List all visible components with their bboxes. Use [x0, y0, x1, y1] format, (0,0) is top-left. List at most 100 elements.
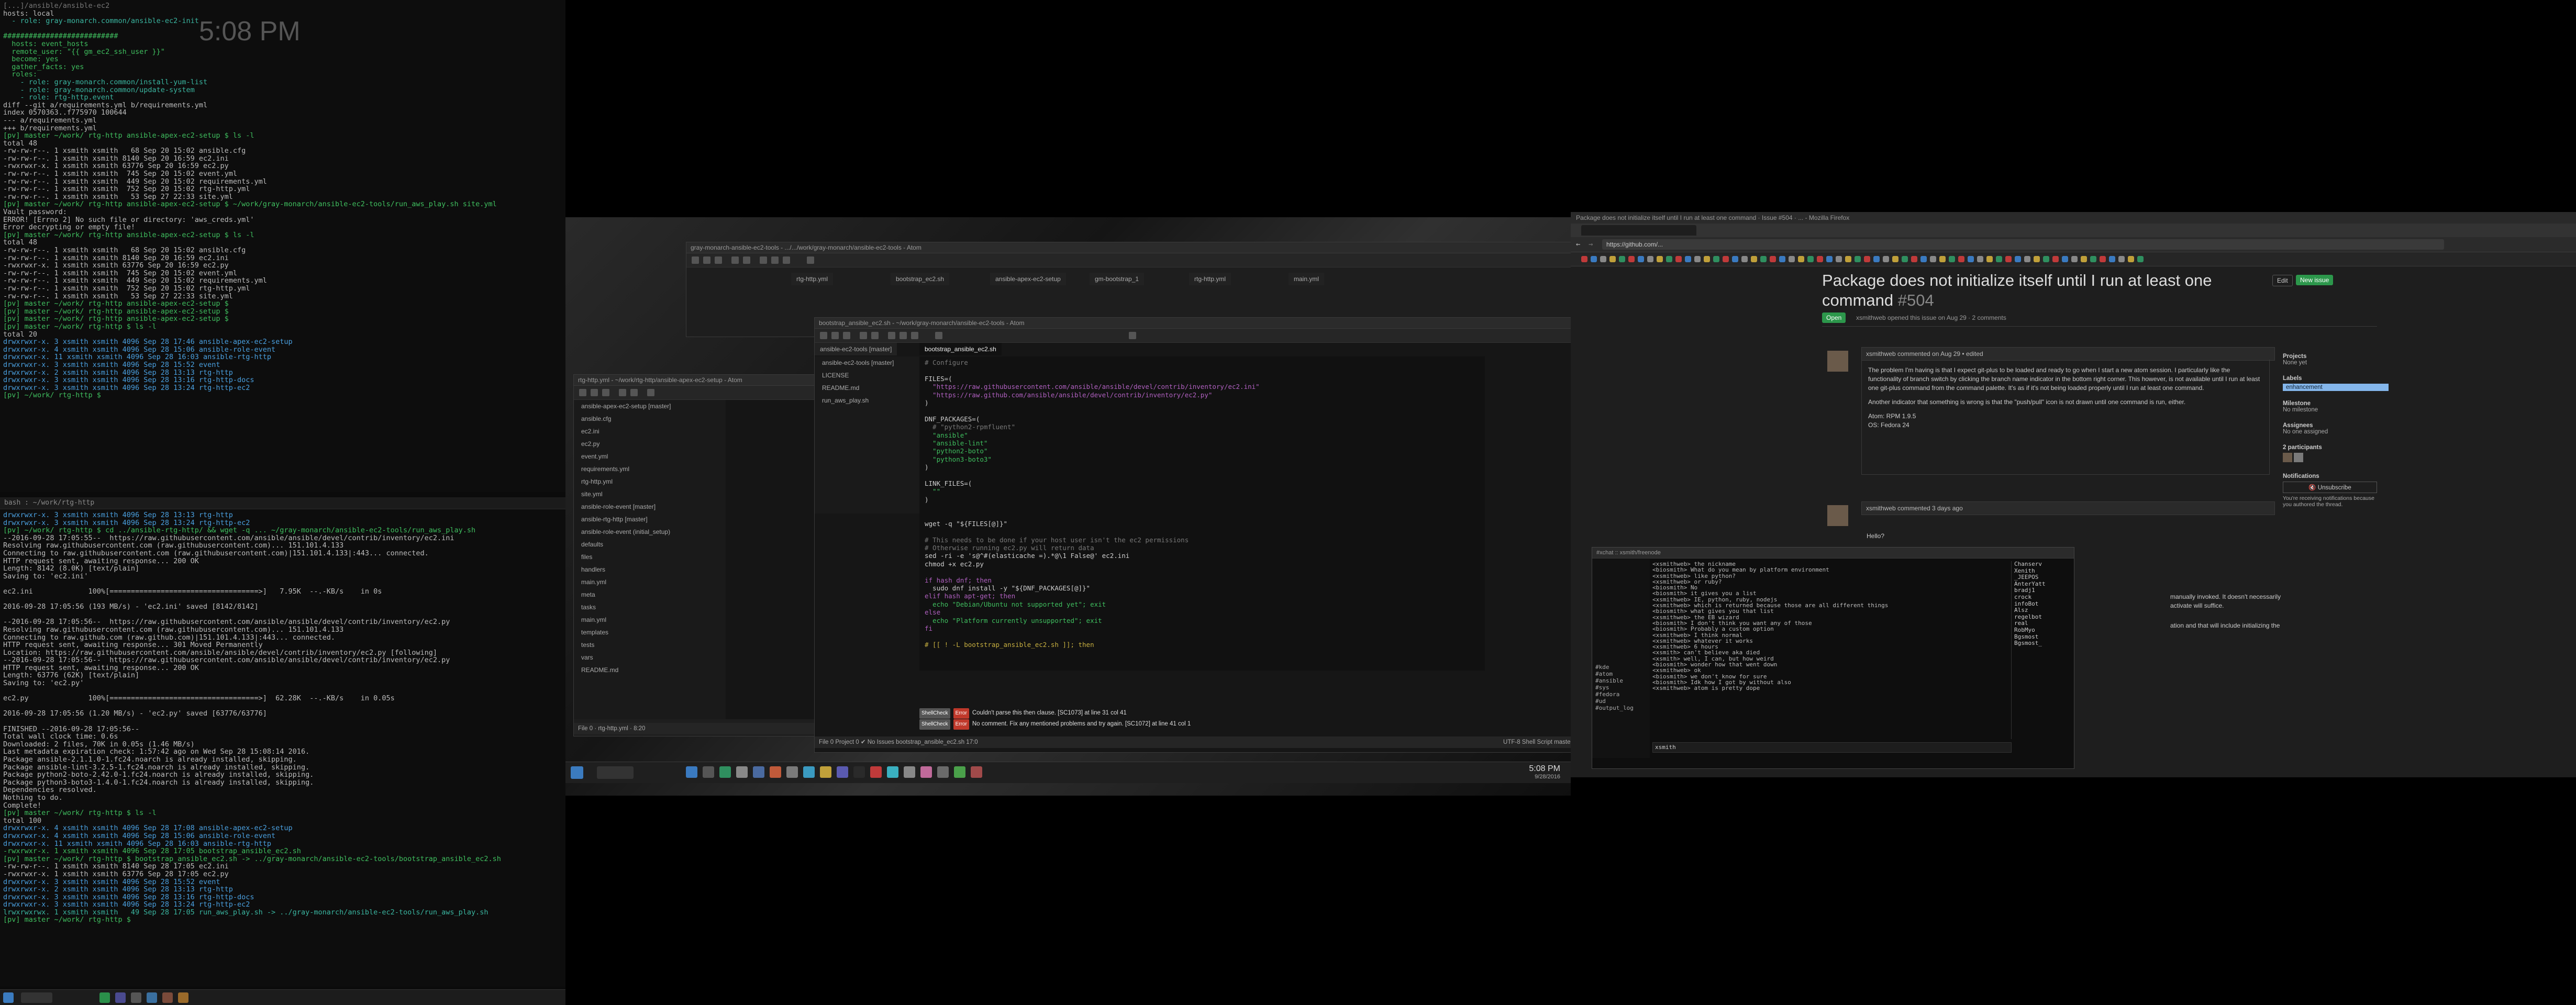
bookmark-icon[interactable]	[1723, 256, 1729, 262]
taskbar-clock[interactable]: 5:08 PM 9/28/2016	[1529, 764, 1560, 780]
tree-item[interactable]: templates	[574, 626, 726, 639]
bookmark-icon[interactable]	[2043, 256, 2049, 262]
channel-tree[interactable]: #kde #atom #ansible #sys #fedora #ud #output_l…	[1592, 559, 1650, 758]
tree-item[interactable]: ansible-rtg-http [master]	[574, 513, 726, 526]
lint-message[interactable]: ShellCheck Error No comment. Fix any menti…	[919, 719, 1485, 730]
channel-item[interactable]: #kde	[1592, 664, 1650, 671]
user-list-item[interactable]: _JEEPOS	[2014, 574, 2072, 581]
settings-icon[interactable]	[807, 256, 814, 264]
bookmark-icon[interactable]	[1779, 256, 1785, 262]
forward-arrow-icon[interactable]: →	[1589, 240, 1593, 249]
bookmark-icon[interactable]	[1591, 256, 1597, 262]
launcher-icon[interactable]	[703, 766, 714, 778]
cut-icon[interactable]	[647, 389, 654, 396]
app-menu-icon[interactable]	[571, 766, 583, 779]
launcher-icon-5[interactable]	[162, 992, 173, 1003]
bookmark-icon[interactable]	[2128, 256, 2134, 262]
launcher-icon-6[interactable]	[178, 992, 188, 1003]
tree-item[interactable]: LICENSE	[815, 369, 919, 382]
code-editor[interactable]: # Configure FILES=( "https://raw.githubus…	[925, 359, 1260, 649]
firefox-window[interactable]: Package does not initialize itself until…	[1571, 212, 2576, 777]
bookmark-icon[interactable]	[2090, 256, 2096, 262]
redo-icon[interactable]	[630, 389, 638, 396]
redo-icon[interactable]	[871, 332, 879, 339]
redo-icon[interactable]	[743, 256, 750, 264]
task-terminal-button[interactable]	[21, 992, 52, 1003]
avatar[interactable]	[1827, 505, 1848, 526]
tree-item[interactable]: ansible-ec2-tools [master]	[815, 356, 919, 369]
tab[interactable]: bootstrap_ec2.sh	[891, 273, 950, 285]
bookmark-icon[interactable]	[1685, 256, 1691, 262]
tree-item[interactable]: README.md	[574, 664, 726, 676]
bookmark-icon[interactable]	[1845, 256, 1851, 262]
bookmark-icon[interactable]	[1892, 256, 1898, 262]
tree-item[interactable]: ansible-apex-ec2-setup [master]	[574, 400, 726, 412]
bookmark-icon[interactable]	[1855, 256, 1861, 262]
bookmark-icon[interactable]	[1704, 256, 1710, 262]
bookmark-icon[interactable]	[1675, 256, 1682, 262]
tab[interactable]: gm-bootstrap_1	[1090, 273, 1145, 285]
channel-item[interactable]: #atom	[1592, 671, 1650, 677]
bookmark-icon[interactable]	[1968, 256, 1974, 262]
bookmark-icon[interactable]	[2005, 256, 2012, 262]
new-file-icon[interactable]	[579, 389, 586, 396]
bookmark-icon[interactable]	[1949, 256, 1955, 262]
bookmark-icon[interactable]	[1911, 256, 1917, 262]
task-atom-button[interactable]	[597, 766, 634, 779]
bookmark-icon[interactable]	[2137, 256, 2144, 262]
bookmark-icon[interactable]	[1873, 256, 1880, 262]
user-list-item[interactable]: Chanserv	[2014, 561, 2072, 568]
launcher-icon[interactable]	[920, 766, 932, 778]
bookmark-icon[interactable]	[1996, 256, 2002, 262]
tree-item[interactable]: event.yml	[574, 450, 726, 463]
lint-message[interactable]: ShellCheck Error Couldn't parse this then …	[919, 708, 1485, 719]
app-menu-icon[interactable]	[3, 992, 14, 1003]
bottom-terminal-window[interactable]: bash : ~/work/rtg-http drwxrwxr-x. 3 xsm…	[0, 497, 565, 987]
bookmark-icon[interactable]	[1741, 256, 1748, 262]
new-issue-button[interactable]: New issue	[2296, 275, 2334, 285]
bookmark-icon[interactable]	[1628, 256, 1635, 262]
undo-icon[interactable]	[860, 332, 867, 339]
tab[interactable]: rtg-http.yml	[791, 273, 834, 285]
launcher-icon[interactable]	[803, 766, 815, 778]
tree-item[interactable]: ansible.cfg	[574, 412, 726, 425]
tree-item[interactable]: ec2.ini	[574, 425, 726, 438]
tree-item[interactable]: main.yml	[574, 613, 726, 626]
launcher-icon[interactable]	[837, 766, 848, 778]
cut-icon[interactable]	[888, 332, 895, 339]
bookmark-icon[interactable]	[1864, 256, 1870, 262]
tab[interactable]: rtg-http.yml	[1189, 273, 1231, 285]
launcher-icon[interactable]	[686, 766, 697, 778]
top-terminal-output[interactable]: [...]/ansible/ansible-ec2 hosts: local - …	[0, 0, 565, 401]
tree-item[interactable]: README.md	[815, 382, 919, 394]
new-file-icon[interactable]	[820, 332, 827, 339]
bookmark-icon[interactable]	[1817, 256, 1823, 262]
tree-item[interactable]: run_aws_play.sh	[815, 394, 919, 407]
bookmark-icon[interactable]	[1826, 256, 1833, 262]
launcher-icon[interactable]	[719, 766, 731, 778]
open-folder-icon[interactable]	[703, 256, 710, 264]
bookmark-icon[interactable]	[1713, 256, 1719, 262]
avatar[interactable]	[1827, 351, 1848, 372]
settings-icon[interactable]	[935, 332, 942, 339]
bookmark-icon[interactable]	[2024, 256, 2030, 262]
launcher-icon[interactable]	[820, 766, 831, 778]
unsubscribe-button[interactable]: 🔇 Unsubscribe	[2283, 482, 2377, 493]
channel-item[interactable]: #output_log	[1592, 705, 1650, 711]
bookmark-icon[interactable]	[2109, 256, 2115, 262]
open-folder-icon[interactable]	[591, 389, 598, 396]
editor-pane[interactable]: # Configure FILES=( "https://raw.githubus…	[919, 356, 1485, 671]
bookmark-icon[interactable]	[1732, 256, 1738, 262]
bottom-terminal-output[interactable]: drwxrwxr-x. 3 xsmith xsmith 4096 Sep 28 …	[0, 509, 565, 926]
bookmark-icon[interactable]	[2118, 256, 2125, 262]
bookmark-icon[interactable]	[1600, 256, 1606, 262]
project-tree[interactable]: ansible-ec2-tools [master] LICENSE README.…	[815, 356, 919, 513]
tree-item[interactable]: main.yml	[574, 576, 726, 588]
url-bar[interactable]: https://github.com/...	[1602, 239, 2444, 250]
undo-icon[interactable]	[731, 256, 739, 264]
hexchat-window[interactable]: #xchat :: xsmith/freenode #kde #atom #ansi…	[1592, 547, 2074, 769]
bookmark-icon[interactable]	[1694, 256, 1701, 262]
bookmark-icon[interactable]	[1902, 256, 1908, 262]
bookmark-icon[interactable]	[1930, 256, 1936, 262]
user-list-item[interactable]: Bgsmost_	[2014, 640, 2072, 647]
